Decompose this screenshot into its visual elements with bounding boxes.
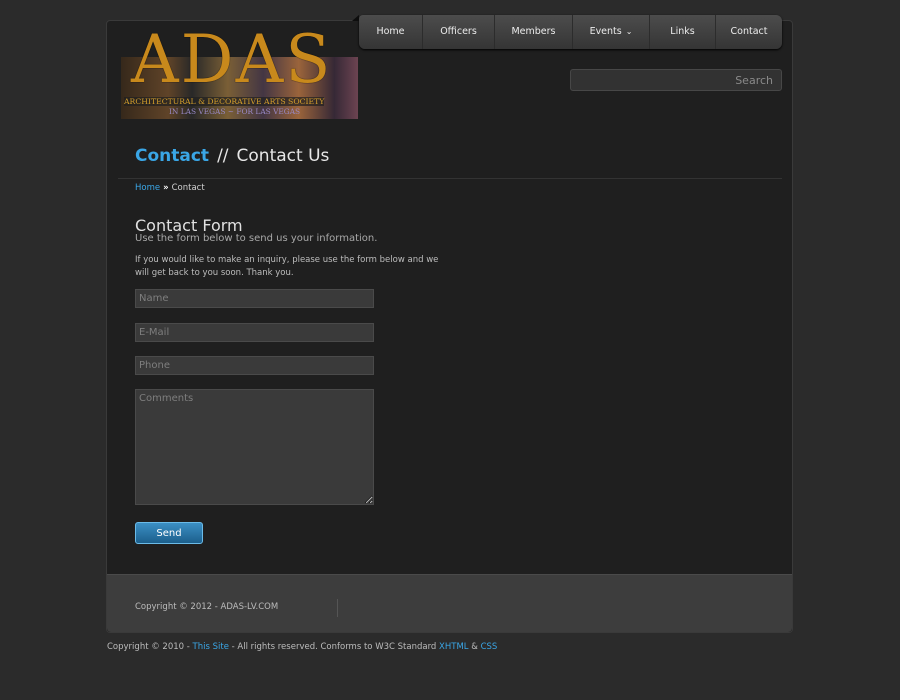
nav-officers[interactable]: Officers [423, 15, 495, 49]
logo-tagline: ARCHITECTURAL & DECORATIVE ARTS SOCIETY [124, 97, 325, 106]
search-input[interactable] [570, 69, 782, 91]
this-site-link[interactable]: This Site [193, 642, 229, 652]
bottom-middle: - All rights reserved. Conforms to W3C S… [228, 642, 440, 652]
nav-contact-label: Contact [730, 26, 768, 37]
logo-subtagline: IN LAS VEGAS ~ FOR LAS VEGAS [169, 107, 301, 116]
email-field[interactable] [135, 323, 374, 342]
footer: Copyright © 2012 - ADAS-LV.COM [107, 574, 792, 632]
footer-divider [337, 599, 338, 617]
breadcrumb-home-link[interactable]: Home [135, 183, 160, 193]
heading-divider [118, 178, 782, 179]
page-title: Contact // Contact Us [135, 146, 329, 166]
nav-officers-label: Officers [440, 26, 477, 37]
send-button[interactable]: Send [135, 522, 203, 544]
page-title-text: Contact Us [236, 146, 330, 166]
page-title-section: Contact [135, 146, 210, 166]
bottom-prefix: Copyright © 2010 - [107, 642, 193, 652]
nav-members[interactable]: Members [495, 15, 573, 49]
name-field[interactable] [135, 289, 374, 308]
breadcrumb-current: Contact [171, 183, 205, 193]
nav-links[interactable]: Links [650, 15, 716, 49]
main-nav: Home Officers Members Events ⌄ Links Cont… [352, 15, 782, 49]
nav-home[interactable]: Home [359, 15, 423, 49]
site-logo[interactable]: ADAS ARCHITECTURAL & DECORATIVE ARTS SOC… [121, 21, 361, 119]
phone-field[interactable] [135, 356, 374, 375]
page-title-separator: // [217, 146, 229, 166]
css-link[interactable]: CSS [481, 642, 498, 652]
nav-members-label: Members [511, 26, 556, 37]
chevron-down-icon: ⌄ [625, 27, 633, 36]
xhtml-link[interactable]: XHTML [439, 642, 468, 652]
logo-letters: ADAS [131, 21, 333, 98]
nav-home-label: Home [376, 26, 405, 37]
comments-field[interactable] [135, 389, 374, 505]
bottom-amp: & [468, 642, 481, 652]
nav-events-label: Events [589, 26, 622, 37]
nav-links-label: Links [670, 26, 695, 37]
breadcrumb-separator: » [163, 183, 169, 193]
footer-copyright: Copyright © 2012 - ADAS-LV.COM [135, 602, 279, 612]
form-intro-text: If you would like to make an inquiry, pl… [135, 255, 439, 278]
nav-events[interactable]: Events ⌄ [573, 15, 650, 49]
form-subtitle: Use the form below to send us your infor… [135, 233, 378, 244]
breadcrumb: Home» Contact [135, 183, 205, 193]
nav-contact[interactable]: Contact [716, 15, 782, 49]
bottom-copyright: Copyright © 2010 - This Site - All right… [107, 642, 497, 652]
